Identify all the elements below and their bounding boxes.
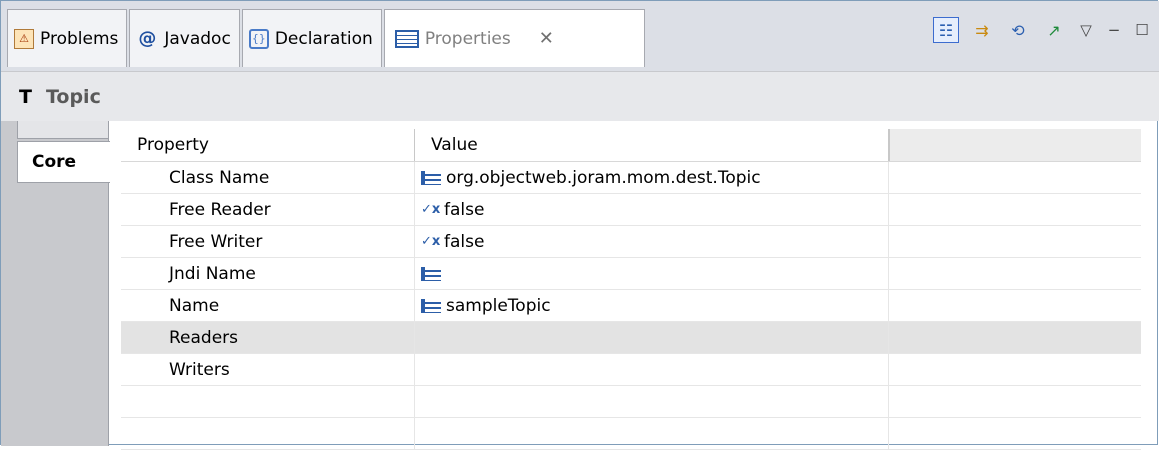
table-row[interactable]: Name sampleTopic [121, 290, 1141, 322]
property-value: sampleTopic [446, 295, 551, 316]
text-value-icon [421, 266, 441, 281]
row-filler [889, 290, 1141, 321]
tab-core[interactable]: Core [17, 141, 110, 183]
property-name: Class Name [121, 162, 415, 193]
table-row[interactable]: Class Name org.objectweb.joram.mom.dest.… [121, 162, 1141, 194]
at-icon: @ [138, 28, 157, 49]
tab-label: Problems [40, 28, 119, 49]
property-value-cell[interactable] [415, 258, 889, 289]
restore-default-icon[interactable]: ⟲ [1005, 17, 1031, 43]
boolean-value-icon: ✓x [421, 201, 441, 217]
text-value-icon [421, 170, 441, 185]
view-tab-bar: ⚠ Problems @ Javadoc {} Declaration Prop… [1, 1, 1159, 71]
view-toolbar: ☷ ⇉ ⟲ ↗ ▽ − ☐ [933, 17, 1151, 43]
text-value-icon [421, 298, 441, 313]
property-value-cell[interactable]: sampleTopic [415, 290, 889, 321]
property-value: org.objectweb.joram.mom.dest.Topic [446, 167, 761, 188]
minimize-icon[interactable]: − [1105, 17, 1123, 43]
table-row[interactable]: Writers [121, 354, 1141, 386]
column-header-filler [889, 129, 1141, 161]
show-advanced-icon[interactable]: ⇉ [969, 17, 995, 43]
declaration-icon: {} [248, 28, 269, 49]
maximize-icon[interactable]: ☐ [1133, 17, 1151, 43]
type-icon: T [19, 85, 32, 108]
property-name [121, 386, 415, 417]
view-menu-icon[interactable]: ▽ [1077, 17, 1095, 43]
row-filler [889, 162, 1141, 193]
row-filler [889, 322, 1141, 353]
property-value-cell[interactable] [415, 354, 889, 385]
table-row-selected[interactable]: Readers [121, 322, 1141, 354]
table-row[interactable]: Jndi Name [121, 258, 1141, 290]
close-icon[interactable]: ✕ [539, 28, 554, 49]
property-value-cell [415, 386, 889, 417]
pin-icon[interactable]: ↗ [1041, 17, 1067, 43]
page-title: Topic [45, 85, 101, 108]
tab-label: Properties [424, 28, 511, 49]
property-name: Writers [121, 354, 415, 385]
show-categories-icon[interactable]: ☷ [933, 17, 959, 43]
property-table: Property Value Class Name org.objectweb.… [121, 129, 1141, 450]
property-value: false [444, 199, 485, 220]
tab-problems[interactable]: ⚠ Problems [7, 9, 128, 67]
properties-title: T Topic [1, 71, 1159, 121]
table-row[interactable]: Free Reader ✓x false [121, 194, 1141, 226]
property-value-cell[interactable]: ✓x false [415, 226, 889, 257]
property-name [121, 418, 415, 449]
table-row[interactable]: Free Writer ✓x false [121, 226, 1141, 258]
tab-label: Declaration [274, 28, 373, 49]
tab-properties[interactable]: Properties ✕ [383, 9, 645, 67]
row-filler [889, 386, 1141, 417]
side-tab-spacer [17, 121, 109, 139]
property-name: Free Writer [121, 226, 415, 257]
row-filler [889, 418, 1141, 449]
properties-view: ⚠ Problems @ Javadoc {} Declaration Prop… [0, 0, 1159, 450]
row-filler [889, 226, 1141, 257]
property-value-cell[interactable]: org.objectweb.joram.mom.dest.Topic [415, 162, 889, 193]
table-row-empty [121, 418, 1141, 450]
row-filler [889, 258, 1141, 289]
property-name: Readers [121, 322, 415, 353]
property-value: false [444, 231, 485, 252]
table-header: Property Value [121, 129, 1141, 162]
property-name: Name [121, 290, 415, 321]
table-row-empty [121, 386, 1141, 418]
tab-declaration[interactable]: {} Declaration [241, 9, 382, 67]
tab-label: Javadoc [164, 28, 231, 49]
properties-icon [394, 29, 419, 48]
tab-strip: ⚠ Problems @ Javadoc {} Declaration Prop… [7, 9, 647, 69]
side-tab-column: Core [1, 121, 110, 446]
boolean-value-icon: ✓x [421, 233, 441, 249]
row-filler [889, 354, 1141, 385]
tab-javadoc[interactable]: @ Javadoc [129, 9, 240, 67]
row-filler [889, 194, 1141, 225]
property-value-cell[interactable]: ✓x false [415, 194, 889, 225]
property-value-cell[interactable] [415, 322, 889, 353]
property-name: Jndi Name [121, 258, 415, 289]
column-header-value[interactable]: Value [415, 129, 889, 161]
column-header-property[interactable]: Property [121, 129, 415, 161]
problems-icon: ⚠ [14, 28, 34, 49]
property-name: Free Reader [121, 194, 415, 225]
property-value-cell [415, 418, 889, 449]
